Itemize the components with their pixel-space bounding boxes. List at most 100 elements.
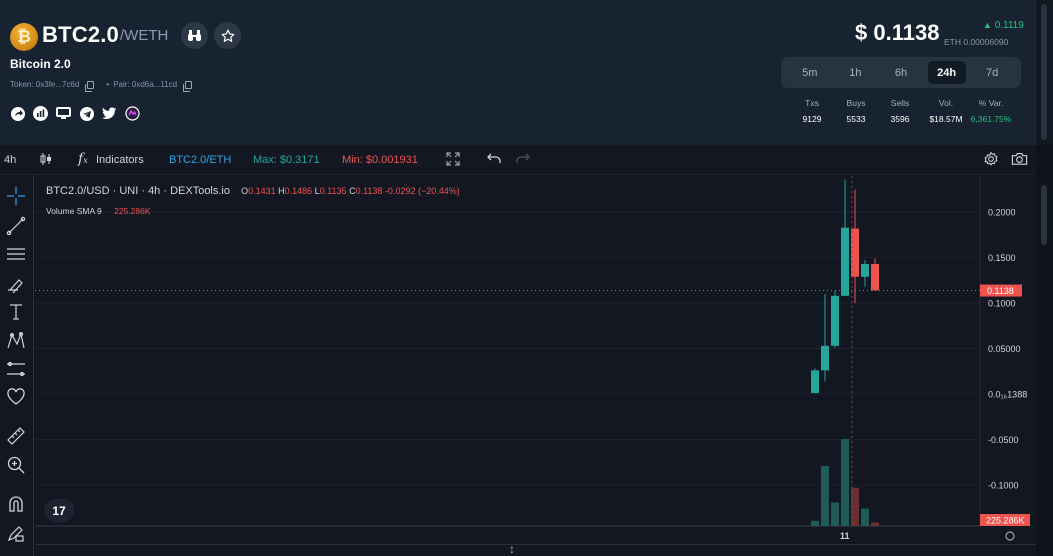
zoom-in-icon[interactable] bbox=[5, 454, 27, 476]
candle-type-icon[interactable] bbox=[39, 152, 53, 169]
axis-settings-icon bbox=[1005, 531, 1015, 541]
volume-bar bbox=[831, 502, 839, 526]
stat-value: $18.57M bbox=[929, 114, 963, 124]
stat-value: 6,361.75% bbox=[970, 114, 1012, 124]
candlestick-chart[interactable]: 0.2000 0.1500 0.1000 0.05000 0.0₁₆1388 -0.050… bbox=[35, 176, 1036, 544]
volume-label: Volume SMA 9 bbox=[46, 206, 102, 216]
y-tick-label: -0.1000 bbox=[988, 480, 1019, 490]
copy-token-icon[interactable] bbox=[85, 80, 95, 92]
stat-value: 9129 bbox=[802, 114, 822, 124]
timeframe-24h[interactable]: 24h bbox=[927, 61, 966, 84]
y-tick-label: 0.1000 bbox=[988, 299, 1016, 309]
token-address: Token: 0x3fe...7c6d bbox=[10, 80, 80, 89]
tradingview-logo[interactable]: 17 bbox=[44, 499, 74, 522]
volume-bar bbox=[871, 522, 879, 526]
pattern-icon[interactable] bbox=[5, 330, 27, 352]
drawing-tools bbox=[0, 175, 34, 556]
crosshair-icon[interactable] bbox=[5, 185, 27, 207]
chart-toolbar: 4h fx Indicators BTC2.0/ETH Max: $0.3171… bbox=[0, 145, 1036, 175]
pair-switch[interactable]: BTC2.0/ETH bbox=[169, 154, 231, 166]
function-icon[interactable]: fx bbox=[78, 151, 88, 167]
favorite-button[interactable] bbox=[214, 22, 241, 49]
y-tick-label: 0.2000 bbox=[988, 208, 1016, 218]
stat-txs: Txs 9129 bbox=[800, 98, 824, 124]
max-price: Max: $0.3171 bbox=[253, 154, 320, 166]
change-value: -0.0292 (−20.44%) bbox=[384, 186, 460, 196]
timeframe-5m[interactable]: 5m bbox=[791, 61, 829, 84]
indicators-button[interactable]: Indicators bbox=[96, 154, 144, 166]
y-tick-label: -0.0500 bbox=[988, 435, 1019, 445]
measure-lines-icon[interactable] bbox=[5, 358, 27, 380]
fullscreen-icon[interactable] bbox=[446, 152, 460, 169]
chart-scrollbar-thumb[interactable] bbox=[1041, 185, 1047, 245]
stat-sells: Sells 3596 bbox=[886, 98, 914, 124]
token-symbol: BTC2.0 bbox=[42, 22, 119, 47]
pair-address: Pair: 0xd6a...11cd bbox=[113, 80, 178, 89]
ohlc-values: O0.1431 H0.1486 L0.1135 C0.1138 -0.0292 … bbox=[241, 186, 460, 196]
interval-selector[interactable]: 4h bbox=[4, 154, 16, 166]
timeframe-1h[interactable]: 1h bbox=[836, 61, 874, 84]
low-value: 0.1135 bbox=[319, 186, 347, 196]
social-links bbox=[10, 106, 140, 121]
resize-handle-icon[interactable]: ↕ bbox=[509, 542, 515, 556]
price-chart[interactable]: 0.2000 0.1500 0.1000 0.05000 0.0₁₆1388 -0.050… bbox=[35, 176, 1036, 544]
scrollbar-thumb[interactable] bbox=[1041, 4, 1047, 140]
lock-pencil-icon[interactable] bbox=[5, 522, 27, 544]
high-value: 0.1486 bbox=[284, 186, 313, 196]
min-price: Min: $0.001931 bbox=[342, 154, 418, 166]
telegram-icon[interactable] bbox=[79, 106, 94, 121]
dextools-icon[interactable] bbox=[125, 106, 140, 121]
binoculars-icon bbox=[188, 30, 201, 41]
volume-bar bbox=[821, 465, 829, 526]
horizontal-lines-icon[interactable] bbox=[5, 243, 27, 265]
candle-body bbox=[831, 295, 839, 346]
volume-legend: Volume SMA 9 225.286K bbox=[46, 206, 151, 216]
settings-gear-icon[interactable] bbox=[983, 151, 999, 170]
share-icon[interactable] bbox=[10, 106, 25, 121]
y-tick-label: 0.1500 bbox=[988, 253, 1016, 263]
volume-bar bbox=[811, 520, 819, 526]
binoculars-button[interactable] bbox=[181, 22, 208, 49]
magnet-icon[interactable] bbox=[5, 493, 27, 515]
timeframe-7d[interactable]: 7d bbox=[973, 61, 1011, 84]
close-value: 0.1138 bbox=[355, 186, 383, 196]
stat-volume: Vol. $18.57M bbox=[924, 98, 968, 124]
volume-tag-label: 225.286K bbox=[986, 516, 1025, 526]
arrow-up-icon: ▲ bbox=[983, 20, 992, 30]
y-tick-label: 0.05000 bbox=[988, 344, 1021, 354]
trend-line-icon[interactable] bbox=[5, 215, 27, 237]
chart-stats-icon[interactable] bbox=[33, 106, 48, 121]
brush-icon[interactable] bbox=[5, 273, 27, 295]
text-tool-icon[interactable] bbox=[5, 301, 27, 323]
camera-icon[interactable] bbox=[1011, 151, 1028, 169]
candle-body bbox=[821, 345, 829, 371]
price-change: ▲ 0.1119 bbox=[983, 20, 1024, 31]
volume-bar bbox=[841, 439, 849, 526]
page-scrollbar[interactable] bbox=[1036, 0, 1053, 145]
ruler-icon[interactable] bbox=[5, 425, 27, 447]
address-row: Token: 0x3fe...7c6d • Pair: 0xd6a...11cd bbox=[10, 80, 193, 92]
price-change-value: 0.1119 bbox=[994, 20, 1024, 31]
twitter-icon[interactable] bbox=[102, 106, 117, 121]
stat-buys: Buys 5533 bbox=[842, 98, 870, 124]
separator-dot: • bbox=[106, 80, 110, 89]
stat-value: 5533 bbox=[846, 114, 866, 124]
timeframe-6h[interactable]: 6h bbox=[882, 61, 920, 84]
website-icon[interactable] bbox=[56, 106, 71, 121]
dextools-pair-page: ₿ BTC2.0 /WETH Bitcoin 2.0 Token: 0x3fe.… bbox=[0, 0, 1053, 556]
quote-symbol: /WETH bbox=[120, 27, 169, 44]
stat-variation: % Var. 6,361.75% bbox=[966, 98, 1016, 124]
undo-icon[interactable] bbox=[487, 152, 501, 167]
token-logo: ₿ bbox=[10, 23, 38, 51]
stat-label: Vol. bbox=[938, 98, 954, 108]
candle-body bbox=[841, 227, 849, 296]
pair-header: ₿ BTC2.0 /WETH Bitcoin 2.0 Token: 0x3fe.… bbox=[0, 0, 1036, 145]
copy-pair-icon[interactable] bbox=[183, 80, 193, 92]
star-icon bbox=[221, 29, 234, 42]
stat-label: Sells bbox=[890, 98, 910, 108]
chart-scrollbar[interactable] bbox=[1036, 145, 1053, 556]
candle-body bbox=[811, 370, 819, 394]
current-price-label: 0.1138 bbox=[987, 286, 1014, 296]
heart-icon[interactable] bbox=[5, 386, 27, 408]
redo-icon[interactable] bbox=[516, 152, 530, 167]
